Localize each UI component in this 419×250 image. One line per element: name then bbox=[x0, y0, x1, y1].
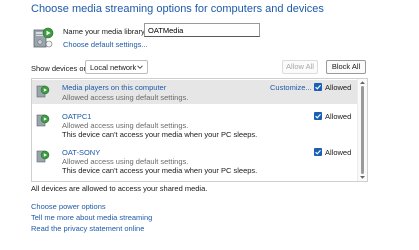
customize-link[interactable]: Customize... bbox=[270, 83, 312, 92]
show-devices-select[interactable]: Local network bbox=[85, 60, 148, 74]
allowed-label: Allowed bbox=[325, 83, 352, 92]
choose-power-options-link[interactable]: Choose power options bbox=[31, 202, 106, 211]
allowed-label: Allowed bbox=[325, 148, 352, 157]
page-title: Choose media streaming options for compu… bbox=[31, 3, 324, 15]
scrollbar-thumb[interactable] bbox=[361, 86, 364, 174]
allowed-checkbox[interactable] bbox=[314, 83, 322, 91]
device-list: Media players on this computer Allowed a… bbox=[31, 78, 368, 182]
sharing-status-text: All devices are allowed to access your s… bbox=[31, 184, 208, 193]
allowed-checkbox[interactable] bbox=[314, 112, 322, 120]
device-access-status: Allowed access using default settings. bbox=[62, 121, 189, 130]
device-sleep-warning: This device can't access your media when… bbox=[62, 130, 258, 139]
scroll-down-arrow-icon[interactable] bbox=[359, 175, 366, 180]
device-name: OATPC1 bbox=[62, 112, 92, 121]
device-name: Media players on this computer bbox=[62, 83, 167, 92]
device-row-media-players[interactable]: Media players on this computer Allowed a… bbox=[32, 80, 357, 104]
choose-default-settings-link[interactable]: Choose default settings... bbox=[63, 40, 148, 49]
media-library-pc-icon bbox=[33, 27, 54, 48]
library-name-label: Name your media library: bbox=[63, 27, 147, 36]
device-row-oatpc1[interactable]: OATPC1 Allowed access using default sett… bbox=[32, 109, 357, 141]
device-name: OAT-SONY bbox=[62, 148, 101, 157]
show-devices-label: Show devices on: bbox=[31, 64, 90, 73]
device-access-status: Allowed access using default settings. bbox=[62, 93, 189, 102]
show-devices-selected-value: Local network bbox=[90, 63, 137, 72]
library-name-input[interactable] bbox=[144, 23, 260, 37]
chevron-down-icon bbox=[137, 65, 143, 69]
device-sleep-warning: This device can't access your media when… bbox=[62, 166, 258, 175]
allowed-label: Allowed bbox=[325, 112, 352, 121]
allow-all-button[interactable]: Allow All bbox=[282, 60, 318, 74]
device-row-oat-sony[interactable]: OAT-SONY Allowed access using default se… bbox=[32, 145, 357, 177]
device-access-status: Allowed access using default settings. bbox=[62, 157, 189, 166]
media-streaming-help-link[interactable]: Tell me more about media streaming bbox=[31, 213, 152, 222]
device-list-scrollbar[interactable] bbox=[357, 79, 367, 181]
scroll-up-arrow-icon[interactable] bbox=[359, 80, 366, 85]
media-device-play-icon bbox=[36, 114, 50, 127]
privacy-statement-link[interactable]: Read the privacy statement online bbox=[31, 224, 144, 233]
media-device-play-icon bbox=[36, 85, 50, 98]
block-all-button[interactable]: Block All bbox=[326, 60, 366, 74]
allowed-checkbox[interactable] bbox=[314, 148, 322, 156]
media-device-play-icon bbox=[36, 150, 50, 163]
